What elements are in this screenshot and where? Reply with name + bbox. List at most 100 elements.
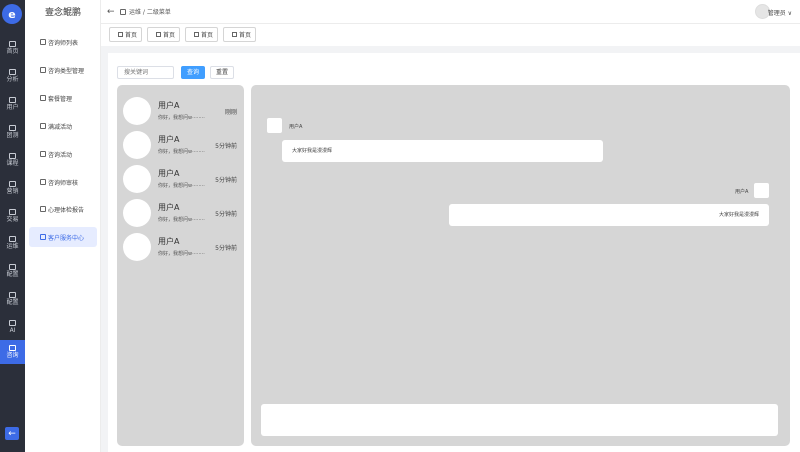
tab-home-3[interactable]: 首页	[185, 27, 218, 42]
submenu-item-counselor-list[interactable]: 咨询师列表	[29, 32, 97, 52]
rail-item-label: 运维	[6, 243, 19, 250]
rail-item-config-2[interactable]: 配置	[0, 287, 25, 311]
submenu-item-discounts[interactable]: 满减活动	[29, 116, 97, 136]
conversation-time: 5分钟前	[215, 143, 237, 150]
avatar	[123, 131, 151, 159]
brand-name: 壹念鲲鹏	[44, 8, 81, 18]
grid-icon	[40, 151, 46, 157]
grid-icon	[9, 292, 16, 298]
avatar	[123, 233, 151, 261]
grid-icon	[40, 95, 46, 101]
conversation-time: 5分钟前	[215, 177, 237, 184]
conversation-preview: 你好，我想问w········	[158, 115, 205, 121]
grid-icon	[40, 234, 46, 240]
rail-item-label: 分析	[6, 76, 19, 83]
rail-item-courses[interactable]: 课程	[0, 148, 25, 172]
conversation-name: 用户A	[158, 203, 180, 212]
grid-icon	[40, 123, 46, 129]
rail-item-label: 用户	[6, 104, 19, 111]
query-button[interactable]: 查询	[181, 66, 205, 79]
rail-item-label: AI	[9, 327, 16, 334]
collapse-button[interactable]: ←	[5, 427, 19, 440]
avatar	[267, 118, 282, 133]
grid-icon	[9, 209, 16, 215]
conversation-name: 用户A	[158, 169, 180, 178]
rail-item-config-1[interactable]: 配置	[0, 259, 25, 283]
tab-label: 首页	[201, 32, 214, 39]
submenu-item-label: 客户服务中心	[48, 234, 85, 242]
rail-item-ops[interactable]: 运维	[0, 231, 25, 255]
grid-icon	[156, 32, 161, 37]
rail-item-home[interactable]: 首页	[0, 36, 25, 60]
reset-button[interactable]: 重置	[210, 66, 234, 79]
conversation-time: 刚刚	[224, 109, 237, 116]
grid-icon	[40, 179, 46, 185]
avatar	[754, 183, 769, 198]
tab-label: 首页	[125, 32, 138, 39]
rail-item-label: 交易	[6, 216, 19, 223]
message-input[interactable]	[261, 404, 778, 436]
icon-rail: e 首页 分析 用户 团测 课程 营销 交易 运维 配置 配置 AI 咨询 ←	[0, 0, 25, 452]
rail-item-label: 配置	[6, 271, 19, 278]
avatar	[123, 97, 151, 125]
grid-icon	[9, 125, 16, 131]
conversation-item[interactable]: 用户A 你好，我想问w········ 5分钟前	[117, 232, 244, 264]
grid-icon	[9, 97, 16, 103]
conversation-preview: 你好，我想问w········	[158, 149, 205, 155]
message-sender: 用户A	[289, 124, 303, 130]
grid-icon	[9, 181, 16, 187]
rail-item-label: 课程	[6, 160, 19, 167]
submenu-item-packages[interactable]: 套餐管理	[29, 88, 97, 108]
submenu-item-mental-report[interactable]: 心理体检报告	[29, 199, 97, 219]
search-input[interactable]	[117, 66, 174, 79]
rail-item-trade[interactable]: 交易	[0, 204, 25, 228]
tab-label: 首页	[163, 32, 176, 39]
breadcrumb: 运维 / 二级菜单	[129, 9, 171, 16]
conversation-name: 用户A	[158, 101, 180, 110]
rail-item-label: 配置	[6, 299, 19, 306]
conversation-name: 用户A	[158, 135, 180, 144]
conversation-item[interactable]: 用户A 你好，我想问w········ 5分钟前	[117, 198, 244, 230]
submenu-item-label: 咨询师审核	[48, 179, 79, 187]
top-header: ← 运维 / 二级菜单 管理员 ∨	[101, 0, 800, 24]
conversation-item[interactable]: 用户A 你好，我想问w········ 刚刚	[117, 96, 244, 128]
submenu-item-label: 咨询类型管理	[48, 67, 85, 75]
back-arrow-icon[interactable]: ←	[107, 7, 117, 17]
submenu-item-label: 咨询师列表	[48, 39, 79, 47]
user-menu[interactable]: 管理员 ∨	[768, 8, 792, 17]
grid-icon	[9, 236, 16, 242]
grid-icon	[9, 153, 16, 159]
submenu-item-label: 咨询活动	[48, 151, 73, 159]
grid-icon	[40, 39, 46, 45]
conversation-list: 用户A 你好，我想问w········ 刚刚 用户A 你好，我想问w······…	[117, 85, 244, 446]
rail-item-label: 咨询	[6, 352, 19, 359]
conversation-preview: 你好，我想问w········	[158, 217, 205, 223]
tab-label: 首页	[239, 32, 252, 39]
conversation-item[interactable]: 用户A 你好，我想问w········ 5分钟前	[117, 130, 244, 162]
conversation-preview: 你好，我想问w········	[158, 251, 205, 257]
conversation-name: 用户A	[158, 237, 180, 246]
main-card: 查询 重置 用户A 你好，我想问w········ 刚刚 用户A 你好，我想问w…	[108, 53, 800, 452]
conversation-item[interactable]: 用户A 你好，我想问w········ 5分钟前	[117, 164, 244, 196]
grid-icon	[9, 345, 16, 351]
submenu-item-consult-types[interactable]: 咨询类型管理	[29, 60, 97, 80]
grid-icon	[9, 264, 16, 270]
rail-item-users[interactable]: 用户	[0, 92, 25, 116]
tab-bar: 首页 首页 首页 首页	[101, 24, 800, 46]
submenu-item-consult-activities[interactable]: 咨询活动	[29, 144, 97, 164]
conversation-time: 5分钟前	[215, 211, 237, 218]
message-bubble: 大家好我是漫漫辉	[282, 140, 603, 162]
tab-home-4[interactable]: 首页	[223, 27, 256, 42]
submenu-item-customer-service[interactable]: 客户服务中心	[29, 227, 97, 247]
tab-home-2[interactable]: 首页	[147, 27, 180, 42]
rail-item-consult[interactable]: 咨询	[0, 340, 25, 364]
grid-icon	[9, 41, 16, 47]
rail-item-marketing[interactable]: 营销	[0, 176, 25, 200]
submenu-item-label: 满减活动	[48, 123, 73, 131]
avatar	[123, 165, 151, 193]
rail-item-group-test[interactable]: 团测	[0, 120, 25, 144]
rail-item-analysis[interactable]: 分析	[0, 64, 25, 88]
submenu-item-counselor-review[interactable]: 咨询师审核	[29, 172, 97, 192]
tab-home-1[interactable]: 首页	[109, 27, 142, 42]
rail-item-ai[interactable]: AI	[0, 315, 25, 339]
